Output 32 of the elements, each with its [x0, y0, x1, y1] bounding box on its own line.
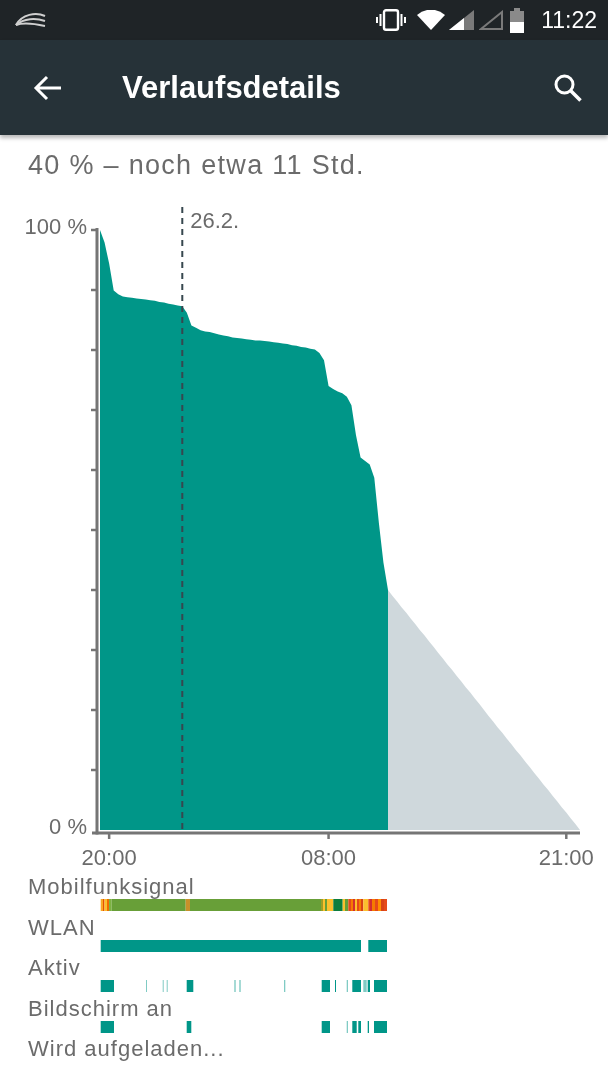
y-axis-label: 0 % [49, 813, 87, 839]
battery-icon [510, 7, 525, 33]
back-arrow-icon[interactable] [33, 74, 62, 101]
vibrate-icon [376, 9, 407, 31]
awake-bar [100, 980, 114, 992]
search-icon[interactable] [553, 73, 582, 102]
swoosh-logo-icon [14, 11, 46, 29]
screen-on-bar [374, 1020, 387, 1033]
x-axis-label: 21:00 [538, 845, 594, 870]
screen-on-bar [100, 1020, 114, 1033]
x-axis-label: 20:00 [81, 845, 137, 870]
awake-bar [186, 980, 194, 992]
awake-bar [352, 980, 361, 992]
timeline-label: Mobilfunksignal [28, 875, 195, 899]
timeline-label: WLAN [28, 915, 96, 940]
awake-bar [374, 980, 387, 992]
battery-summary: 40 % – noch etwa 11 Std. [28, 149, 365, 182]
date-label: 26.2. [190, 208, 240, 233]
timeline-label: Bildschirm an [28, 996, 174, 1021]
wifi-icon [417, 10, 446, 30]
wifi-on-bar [368, 939, 387, 952]
screen-title: Verlaufsdetails [122, 69, 341, 106]
timeline-label: Wird aufgeladen... [28, 1037, 225, 1061]
y-axis-label: 100 % [24, 213, 87, 239]
screen-on-bar [186, 1020, 192, 1033]
timeline-label: Aktiv [28, 956, 81, 980]
status-time: 11:22 [541, 7, 597, 33]
screen-on-bar [321, 1020, 330, 1033]
signal-strength-icon [479, 10, 504, 30]
x-axis-label: 08:00 [301, 845, 357, 870]
signal-strength-icon [449, 10, 475, 30]
awake-bar [321, 980, 330, 992]
